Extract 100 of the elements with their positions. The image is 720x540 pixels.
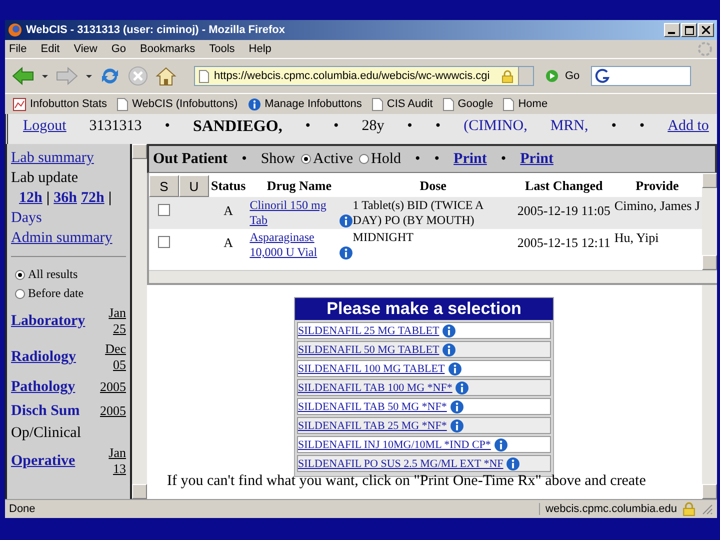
bookmark-item[interactable]: Home — [503, 98, 548, 110]
bullet-text: • — [434, 150, 440, 168]
page-icon — [199, 70, 209, 82]
menu-item[interactable]: Help — [248, 43, 272, 55]
maximize-button[interactable] — [681, 23, 697, 37]
sidebar-link[interactable]: Admin summary — [11, 228, 112, 248]
radio-option[interactable]: Before date — [11, 284, 84, 303]
filter-radio[interactable]: Active — [301, 150, 354, 168]
sidebar-link[interactable]: Laboratory — [11, 311, 86, 331]
column-header-button[interactable]: S — [149, 175, 179, 197]
maximize-icon — [684, 26, 694, 34]
separator-text: | — [46, 189, 50, 208]
drug-link[interactable]: Asparaginase 10,000 U Vial — [250, 230, 336, 260]
date-link[interactable]: Dec 05 — [96, 341, 126, 373]
column-header: Provide — [612, 175, 702, 197]
home-icon[interactable] — [155, 65, 177, 87]
header-text: • — [305, 118, 311, 135]
sidebar-link[interactable]: 36h — [54, 188, 77, 208]
sidebar-link[interactable]: Operative — [11, 451, 76, 471]
padlock-icon — [502, 70, 513, 82]
resize-grip-icon[interactable] — [701, 503, 713, 515]
header-link[interactable]: (CIMINO, — [464, 118, 528, 135]
separator-text: | — [108, 189, 112, 208]
table-cell: 2005-12-15 12:11 — [515, 229, 612, 261]
vertical-scrollbar[interactable] — [132, 144, 147, 499]
status-text: Done — [9, 503, 36, 515]
date-link[interactable]: Jan 13 — [96, 445, 126, 477]
sidebar-link[interactable]: Lab summary — [11, 148, 94, 168]
column-header: Last Changed — [515, 175, 612, 197]
address-field[interactable]: https://webcis.cpmc.columbia.edu/webcis/wc-wwwcis.cgi — [194, 66, 534, 86]
go-button[interactable]: Go — [541, 69, 584, 83]
instruction-text: If you can't find what you want, click on "Print One-Time Rx" above and create — [167, 473, 646, 490]
vertical-scrollbar[interactable] — [702, 285, 717, 499]
sidebar-link[interactable]: 12h — [19, 188, 42, 208]
row-checkbox[interactable] — [158, 204, 170, 216]
back-arrow-icon[interactable] — [11, 66, 35, 86]
bookmark-item[interactable]: Google — [442, 98, 494, 110]
throbber-icon — [697, 41, 713, 57]
sidebar-link[interactable]: Disch Sum — [11, 401, 80, 421]
table-cell: A — [209, 197, 248, 229]
header-link[interactable]: MRN, — [550, 118, 588, 135]
menu-item[interactable]: View — [74, 43, 98, 55]
bullet-text: • — [415, 150, 420, 168]
menu-item[interactable]: Tools — [209, 43, 235, 55]
column-header-button[interactable]: U — [179, 175, 209, 197]
search-field[interactable] — [590, 66, 691, 86]
date-link[interactable]: 2005 — [96, 403, 126, 419]
info-icon[interactable] — [455, 380, 470, 394]
date-link[interactable]: Jan 25 — [96, 305, 126, 337]
vertical-scrollbar[interactable] — [702, 173, 717, 270]
bookmark-item[interactable]: Manage Infobuttons — [248, 98, 362, 110]
menu-item[interactable]: Bookmarks — [140, 43, 196, 55]
menu-item[interactable]: Go — [111, 43, 126, 55]
table-cell: Cimino, James J — [612, 197, 702, 229]
sidebar-text: Days — [11, 209, 42, 228]
header-text: • — [435, 118, 441, 135]
info-icon[interactable] — [338, 246, 353, 260]
info-icon[interactable] — [450, 418, 464, 432]
header-text: • — [334, 118, 339, 135]
header-text: • — [407, 118, 412, 135]
info-icon[interactable] — [442, 324, 456, 338]
info-icon[interactable] — [448, 362, 462, 376]
header-text: • — [164, 118, 170, 135]
drug-link[interactable]: Clinoril 150 mg Tab — [250, 198, 336, 228]
menu-item[interactable]: File — [9, 43, 27, 55]
sidebar-link[interactable]: Pathology — [11, 377, 76, 397]
bookmark-item[interactable]: CIS Audit — [372, 98, 433, 110]
table-cell: 1 Tablet(s) BID (TWICE A DAY) PO (BY MOUTH) — [350, 197, 516, 229]
close-icon — [702, 26, 710, 34]
info-icon[interactable] — [450, 400, 464, 414]
date-link[interactable]: 2005 — [96, 379, 126, 395]
menu-item[interactable]: Edit — [40, 43, 60, 55]
window-title: WebCIS - 3131313 (user: ciminoj) - Mozilla Firefox — [26, 24, 286, 36]
header-link[interactable]: Logout — [23, 118, 66, 135]
info-icon[interactable] — [338, 214, 353, 228]
minimize-button[interactable] — [664, 23, 680, 37]
bookmark-item[interactable]: WebCIS (Infobuttons) — [117, 98, 238, 110]
page-icon — [372, 98, 383, 110]
page-icon — [503, 98, 514, 110]
bookmark-item[interactable]: Infobutton Stats — [13, 98, 108, 110]
print-link[interactable]: Print — [520, 150, 554, 168]
filter-radio[interactable]: Hold — [359, 150, 402, 168]
print-link[interactable]: Print — [454, 150, 487, 168]
info-icon[interactable] — [506, 456, 520, 470]
sidebar-link[interactable]: Radiology — [11, 347, 76, 367]
header-text: • — [611, 118, 616, 135]
close-button[interactable] — [698, 23, 714, 37]
table-cell: Hu, Yipi — [612, 229, 702, 261]
search-engine-icon[interactable] — [594, 68, 611, 84]
sidebar-link[interactable]: 72h — [81, 188, 104, 208]
browser-logo-icon — [8, 23, 22, 37]
horizontal-scrollbar[interactable] — [149, 270, 717, 283]
page-icon — [117, 98, 128, 110]
show-label: Show — [260, 150, 296, 168]
patient-name: SANDIEGO, — [192, 118, 282, 136]
info-icon[interactable] — [494, 438, 508, 452]
row-checkbox[interactable] — [158, 236, 170, 248]
info-icon[interactable] — [442, 342, 456, 356]
radio-option[interactable]: All results — [11, 265, 78, 284]
header-link[interactable]: Add to — [668, 118, 709, 135]
